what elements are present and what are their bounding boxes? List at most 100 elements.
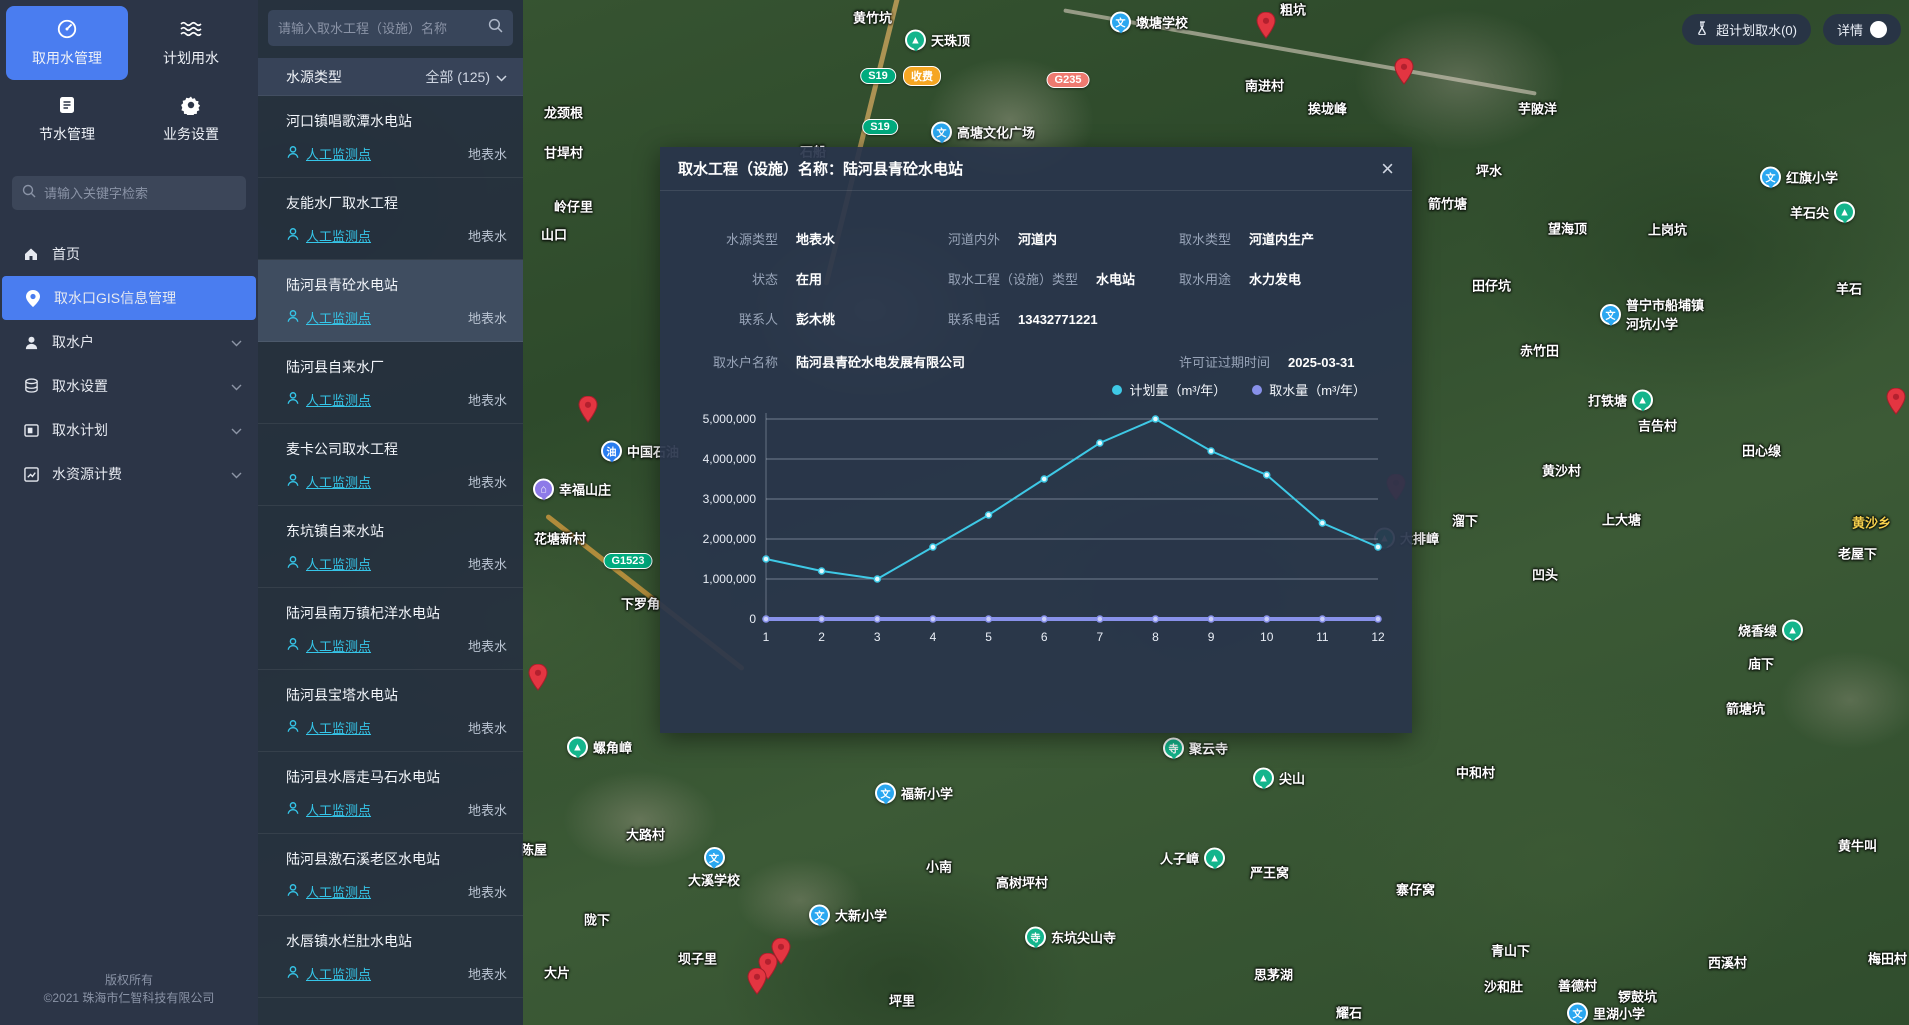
station-search-input[interactable] <box>278 21 480 36</box>
map-poi-大新小学[interactable]: 文大新小学 <box>809 905 887 926</box>
map-poi-福新小学[interactable]: 文福新小学 <box>875 783 953 804</box>
map-label-老屋下: 老屋下 <box>1838 547 1877 562</box>
station-meta-row: 人工监测点地表水 <box>286 144 507 163</box>
map-poi-聚云寺[interactable]: 寺聚云寺 <box>1163 738 1228 759</box>
station-list-item[interactable]: 陆河县青砼水电站人工监测点地表水 <box>258 260 523 342</box>
map-poi-东坑尖山寺[interactable]: 寺东坑尖山寺 <box>1025 927 1116 948</box>
monitor-link[interactable]: 人工监测点 <box>286 472 371 491</box>
station-list-item[interactable]: 麦卡公司取水工程人工监测点地表水 <box>258 424 523 506</box>
monitor-link[interactable]: 人工监测点 <box>286 800 371 819</box>
map-label-岭仔里: 岭仔里 <box>554 200 593 215</box>
detail-toggle[interactable]: 详情 <box>1823 14 1901 45</box>
station-list-item[interactable]: 河口镇唱歌潭水电站人工监测点地表水 <box>258 96 523 178</box>
doc-icon <box>57 94 77 116</box>
red-map-pin[interactable] <box>748 968 767 1000</box>
map-poi-红旗小学[interactable]: 文红旗小学 <box>1760 167 1838 188</box>
school-icon: 文 <box>1110 12 1131 33</box>
station-search[interactable] <box>268 10 513 46</box>
map-poi-幸福山庄[interactable]: ⌂幸福山庄 <box>533 479 611 500</box>
close-icon[interactable]: × <box>1381 158 1394 180</box>
monitor-link[interactable]: 人工监测点 <box>286 636 371 655</box>
legend-dot <box>1112 385 1122 395</box>
water-type-label: 地表水 <box>468 308 507 327</box>
map-poi-天珠顶[interactable]: ▲天珠顶 <box>905 30 970 51</box>
station-list-item[interactable]: 水唇镇水栏肚水电站人工监测点地表水 <box>258 916 523 998</box>
station-list-item[interactable]: 陆河县南万镇杞洋水电站人工监测点地表水 <box>258 588 523 670</box>
sidebar-item-取水户[interactable]: 取水户 <box>0 320 258 364</box>
field-label: 许可证过期时间 <box>1179 352 1270 371</box>
map-poi-里湖小学[interactable]: 文里湖小学 <box>1567 1003 1645 1024</box>
map-poi-螺角嶂[interactable]: ▲螺角嶂 <box>567 737 632 758</box>
sidebar-search[interactable] <box>12 176 246 210</box>
copyright: 版权所有 ©2021 珠海市仁智科技有限公司 <box>0 971 258 1025</box>
monitor-link[interactable]: 人工监测点 <box>286 882 371 901</box>
red-map-pin[interactable] <box>772 938 791 970</box>
map-poi-羊石尖[interactable]: 羊石尖▲ <box>1790 202 1855 223</box>
map-poi-大溪学校[interactable]: 文大溪学校 <box>688 847 740 889</box>
water-type-label: 地表水 <box>468 472 507 491</box>
gear-icon <box>181 94 201 116</box>
monitor-link[interactable]: 人工监测点 <box>286 718 371 737</box>
data-point <box>1208 616 1214 622</box>
station-list-item[interactable]: 友能水厂取水工程人工监测点地表水 <box>258 178 523 260</box>
school-icon: 文 <box>1760 167 1781 188</box>
map-poi-墩塘学校[interactable]: 文墩塘学校 <box>1110 12 1188 33</box>
field-取水用途: 取水用途水力发电 <box>1179 269 1301 288</box>
station-list-item[interactable]: 陆河县水唇走马石水电站人工监测点地表水 <box>258 752 523 834</box>
app-tile-节水管理[interactable]: 节水管理 <box>6 82 128 156</box>
home-icon <box>22 246 40 262</box>
app-tile-业务设置[interactable]: 业务设置 <box>130 82 252 156</box>
red-map-pin[interactable] <box>529 664 548 696</box>
map-label-庙下: 庙下 <box>1748 657 1774 672</box>
red-map-pin[interactable] <box>1257 12 1276 44</box>
monitor-link[interactable]: 人工监测点 <box>286 390 371 409</box>
sidebar-item-取水计划[interactable]: 取水计划 <box>0 408 258 452</box>
map-poi-高塘文化广场[interactable]: 文高塘文化广场 <box>931 122 1035 143</box>
x-tick-label: 3 <box>874 630 881 644</box>
monitor-link[interactable]: 人工监测点 <box>286 144 371 163</box>
map-poi-打铁塘[interactable]: 打铁塘▲ <box>1588 390 1653 411</box>
legend-label: 计划量（m³/年） <box>1129 380 1226 399</box>
map-poi-尖山[interactable]: ▲尖山 <box>1253 768 1305 789</box>
resort-icon: ⌂ <box>533 479 554 500</box>
sidebar-item-取水设置[interactable]: 取水设置 <box>0 364 258 408</box>
sidebar-item-取水口GIS信息管理[interactable]: 取水口GIS信息管理 <box>2 276 256 320</box>
station-list-item[interactable]: 东坑镇自来水站人工监测点地表水 <box>258 506 523 588</box>
road-badge-S19: S19 <box>860 68 896 84</box>
sidebar-item-首页[interactable]: 首页 <box>0 232 258 276</box>
red-map-pin[interactable] <box>579 396 598 428</box>
monitor-link[interactable]: 人工监测点 <box>286 554 371 573</box>
station-list-item[interactable]: 陆河县宝塔水电站人工监测点地表水 <box>258 670 523 752</box>
monitor-link[interactable]: 人工监测点 <box>286 308 371 327</box>
app-tile-取用水管理[interactable]: 取用水管理 <box>6 6 128 80</box>
app-tile-计划用水[interactable]: 计划用水 <box>130 6 252 80</box>
app-switcher: 取用水管理计划用水节水管理业务设置 <box>0 0 258 162</box>
monitor-link[interactable]: 人工监测点 <box>286 226 371 245</box>
red-map-pin[interactable] <box>1887 388 1906 420</box>
legend-item-计划量（m³/年）[interactable]: 计划量（m³/年） <box>1112 380 1226 399</box>
map-poi-普宁市船埔镇河坑小学[interactable]: 文普宁市船埔镇河坑小学 <box>1600 295 1704 333</box>
station-list-item[interactable]: 陆河县自来水厂人工监测点地表水 <box>258 342 523 424</box>
water-source-filter[interactable]: 水源类型 全部 (125) <box>258 58 523 96</box>
x-tick-label: 9 <box>1208 630 1215 644</box>
station-list-item[interactable]: 陆河县激石溪老区水电站人工监测点地表水 <box>258 834 523 916</box>
map-poi-烧香缐[interactable]: 烧香缐▲ <box>1738 620 1803 641</box>
water-type-label: 地表水 <box>468 800 507 819</box>
chart-legend: 计划量（m³/年） 取水量（m³/年） <box>660 376 1412 399</box>
map-label-大片: 大片 <box>544 966 570 981</box>
monitor-label: 人工监测点 <box>306 554 371 573</box>
dialog-header: 取水工程（设施）名称：陆河县青砼水电站 × <box>660 147 1412 191</box>
water-type-label: 地表水 <box>468 390 507 409</box>
search-icon[interactable] <box>488 18 503 38</box>
map-poi-人子嶂[interactable]: 人子嶂▲ <box>1160 848 1225 869</box>
sidebar-search-input[interactable] <box>44 186 236 201</box>
legend-item-取水量（m³/年）[interactable]: 取水量（m³/年） <box>1252 380 1366 399</box>
station-meta-row: 人工监测点地表水 <box>286 718 507 737</box>
monitor-link[interactable]: 人工监测点 <box>286 964 371 983</box>
copyright-line2: ©2021 珠海市仁智科技有限公司 <box>0 989 258 1007</box>
sidebar-item-水资源计费[interactable]: 水资源计费 <box>0 452 258 496</box>
red-map-pin[interactable] <box>1395 58 1414 90</box>
field-label: 取水工程（设施）类型 <box>948 269 1078 288</box>
data-point <box>819 616 825 622</box>
over-plan-intake-button[interactable]: 超计划取水(0) <box>1682 14 1811 45</box>
